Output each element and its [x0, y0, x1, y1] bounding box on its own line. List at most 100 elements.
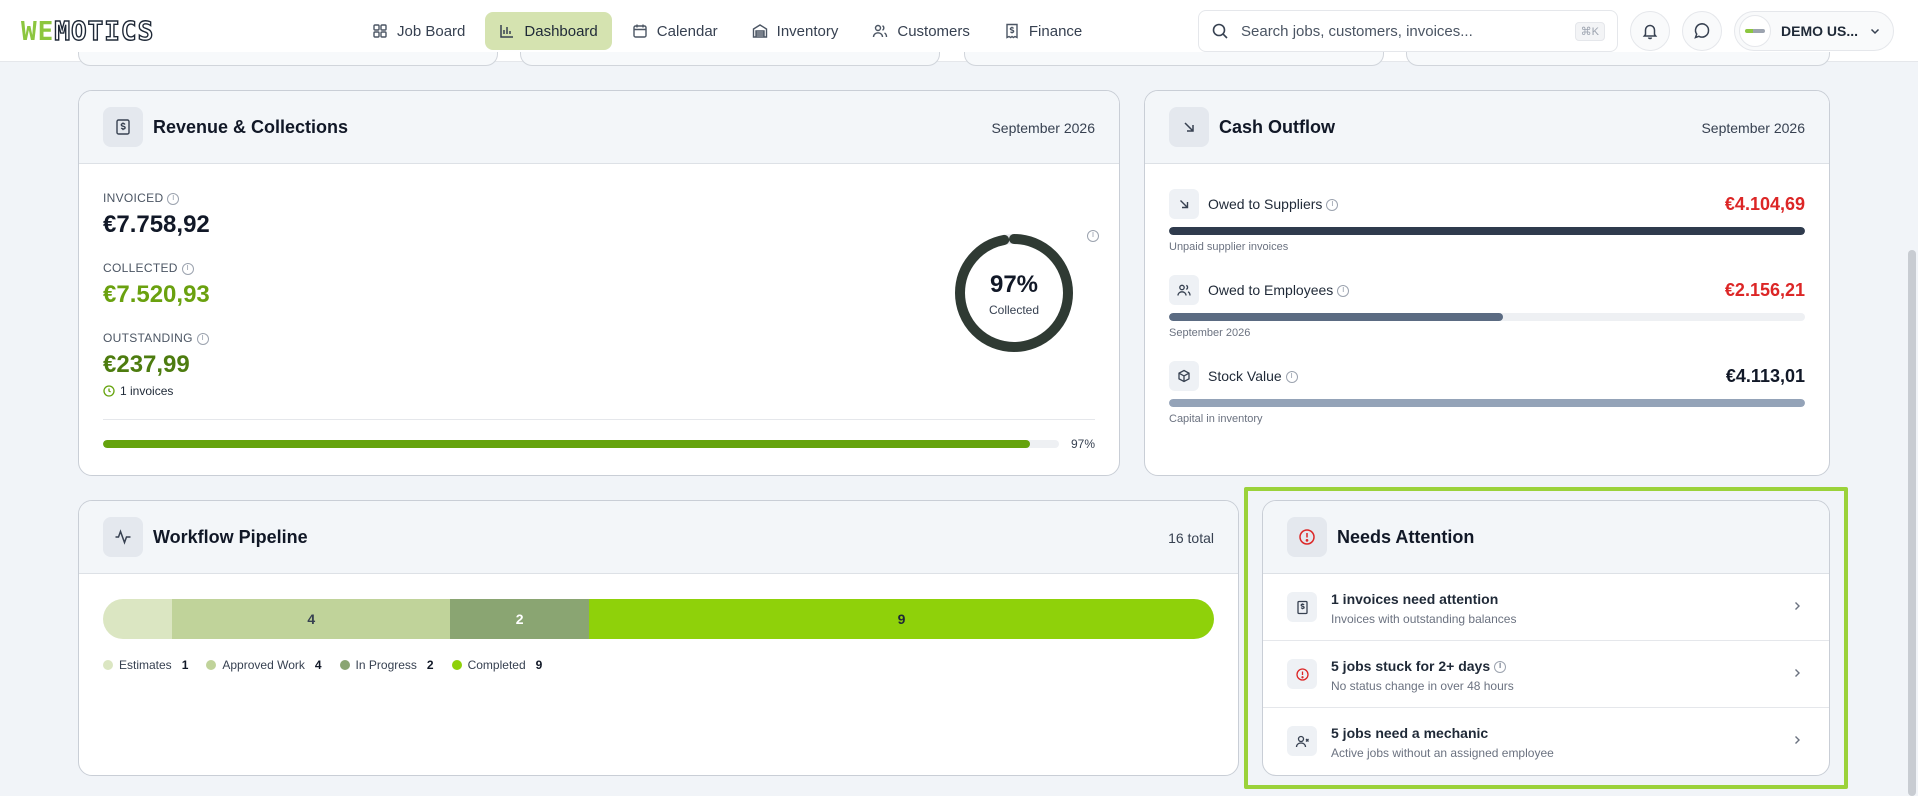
- stock-value: €4.113,01: [1725, 366, 1805, 386]
- calendar-icon: [633, 24, 647, 38]
- kpi-card-partial: [520, 52, 940, 66]
- clock-icon: [103, 385, 115, 397]
- pipeline-total: 16 total: [1168, 530, 1214, 546]
- collection-progress-fill: [103, 440, 1031, 448]
- legend-item-in-progress: In Progress 2: [339, 658, 434, 672]
- main-nav: Job Board Dashboard Calendar Inventory C…: [358, 12, 1096, 50]
- employees-label: Owed to Employees: [1208, 282, 1350, 298]
- page-scrollbar[interactable]: [1908, 250, 1916, 796]
- collection-progress-label: 97%: [1070, 437, 1095, 451]
- invoiced-label: INVOICED: [103, 191, 180, 205]
- pipeline-stacked-bar: 4 2 9: [103, 599, 1214, 639]
- nav-calendar[interactable]: Calendar: [618, 12, 732, 50]
- alert-circle-icon: [1287, 517, 1327, 557]
- needs-attention-card: Needs Attention 1 invoices need attentio…: [1262, 500, 1830, 776]
- info-icon[interactable]: [1285, 371, 1298, 384]
- legend-item-completed: Completed 9: [451, 658, 542, 672]
- collected-label: COLLECTED: [103, 261, 194, 275]
- search-shortcut-badge: ⌘K: [1574, 21, 1605, 41]
- attention-item-subtitle: No status change in over 48 hours: [1331, 679, 1514, 693]
- global-search[interactable]: ⌘K: [1198, 10, 1618, 52]
- pipeline-segment-estimates[interactable]: [103, 599, 173, 639]
- outstanding-label: OUTSTANDING: [103, 331, 209, 345]
- dollar-receipt-icon: [103, 107, 143, 147]
- divider: [103, 419, 1095, 420]
- employees-sub: September 2026: [1169, 327, 1251, 339]
- info-icon[interactable]: [196, 332, 209, 345]
- user-name: DEMO US...: [1781, 23, 1859, 39]
- invoiced-value: €7.758,92: [103, 211, 210, 238]
- stock-bar: [1169, 399, 1805, 407]
- info-icon[interactable]: [1494, 661, 1507, 674]
- avatar: [1739, 15, 1771, 47]
- info-icon[interactable]: [1087, 230, 1099, 242]
- receipt-icon: [1287, 592, 1317, 622]
- nav-finance[interactable]: Finance: [990, 12, 1096, 50]
- suppliers-sub: Unpaid supplier invoices: [1169, 241, 1289, 253]
- message-circle-icon: [1694, 23, 1710, 39]
- attention-item-unassigned-jobs[interactable]: 5 jobs need a mechanic Active jobs witho…: [1263, 708, 1829, 775]
- wemotics-logo[interactable]: WEMOTICS: [21, 16, 154, 47]
- pipeline-segment-in-progress[interactable]: 2: [450, 599, 590, 639]
- suppliers-value: €4.104,69: [1724, 194, 1805, 214]
- activity-icon: [103, 517, 143, 557]
- card-header: Workflow Pipeline 16 total: [79, 501, 1238, 574]
- nav-label: Finance: [1028, 22, 1083, 40]
- attention-item-title: 1 invoices need attention: [1331, 591, 1499, 607]
- users-icon: [873, 24, 888, 38]
- grid-icon: [373, 24, 387, 38]
- collection-progress-bar: [103, 440, 1059, 448]
- pipeline-segment-approved-work[interactable]: 4: [172, 599, 451, 639]
- card-title: Needs Attention: [1337, 527, 1475, 547]
- info-icon[interactable]: [1326, 199, 1339, 212]
- kpi-card-partial: [78, 52, 498, 66]
- kpi-card-partial: [964, 52, 1384, 66]
- suppliers-label: Owed to Suppliers: [1208, 196, 1339, 212]
- package-icon: [1169, 361, 1199, 391]
- messages-button[interactable]: [1682, 11, 1722, 51]
- user-menu-button[interactable]: DEMO US...: [1734, 11, 1894, 51]
- nav-job-board[interactable]: Job Board: [358, 12, 479, 50]
- nav-dashboard[interactable]: Dashboard: [485, 12, 612, 50]
- revenue-collections-card: Revenue & Collections September 2026 INV…: [78, 90, 1120, 476]
- arrow-down-right-icon: [1169, 107, 1209, 147]
- nav-label: Job Board: [397, 22, 466, 40]
- stock-sub: Capital in inventory: [1169, 413, 1263, 425]
- arrow-down-right-icon: [1169, 189, 1199, 219]
- attention-item-stuck-jobs[interactable]: 5 jobs stuck for 2+ days No status chang…: [1263, 641, 1829, 708]
- info-icon[interactable]: [1337, 285, 1350, 298]
- card-header: Cash Outflow September 2026: [1145, 91, 1829, 164]
- bell-icon: [1642, 24, 1658, 40]
- card-title: Cash Outflow: [1219, 117, 1335, 137]
- info-icon[interactable]: [167, 192, 180, 205]
- outstanding-note: 1 invoices: [103, 384, 173, 398]
- suppliers-bar: [1169, 227, 1805, 235]
- collected-value: €7.520,93: [103, 281, 210, 308]
- stock-bar-fill: [1169, 399, 1805, 407]
- outstanding-value: €237,99: [103, 351, 190, 378]
- chevron-right-icon: [1795, 669, 1800, 677]
- search-icon: [1212, 23, 1228, 39]
- nav-inventory[interactable]: Inventory: [738, 12, 853, 50]
- users-icon: [1169, 275, 1199, 305]
- attention-item-title: 5 jobs stuck for 2+ days: [1331, 658, 1507, 674]
- nav-customers[interactable]: Customers: [858, 12, 984, 50]
- info-icon[interactable]: [181, 262, 194, 275]
- card-header: Revenue & Collections September 2026: [79, 91, 1119, 164]
- workflow-pipeline-card: Workflow Pipeline 16 total 4 2 9 Estimat…: [78, 500, 1239, 776]
- nav-label: Calendar: [656, 22, 718, 40]
- warehouse-icon: [752, 24, 767, 38]
- legend-item-approved-work: Approved Work 4: [206, 658, 322, 672]
- attention-item-subtitle: Invoices with outstanding balances: [1331, 612, 1517, 626]
- card-title: Revenue & Collections: [153, 117, 349, 137]
- search-input[interactable]: [1241, 22, 1575, 40]
- user-x-icon: [1287, 726, 1317, 756]
- card-period: September 2026: [1701, 120, 1805, 136]
- attention-item-invoices[interactable]: 1 invoices need attention Invoices with …: [1263, 574, 1829, 641]
- employees-value: €2.156,21: [1724, 280, 1805, 300]
- chevron-down-icon: [1870, 28, 1880, 35]
- pipeline-segment-completed[interactable]: 9: [589, 599, 1214, 639]
- nav-label: Dashboard: [524, 22, 598, 40]
- bar-chart-icon: [500, 25, 514, 38]
- notifications-button[interactable]: [1630, 11, 1670, 51]
